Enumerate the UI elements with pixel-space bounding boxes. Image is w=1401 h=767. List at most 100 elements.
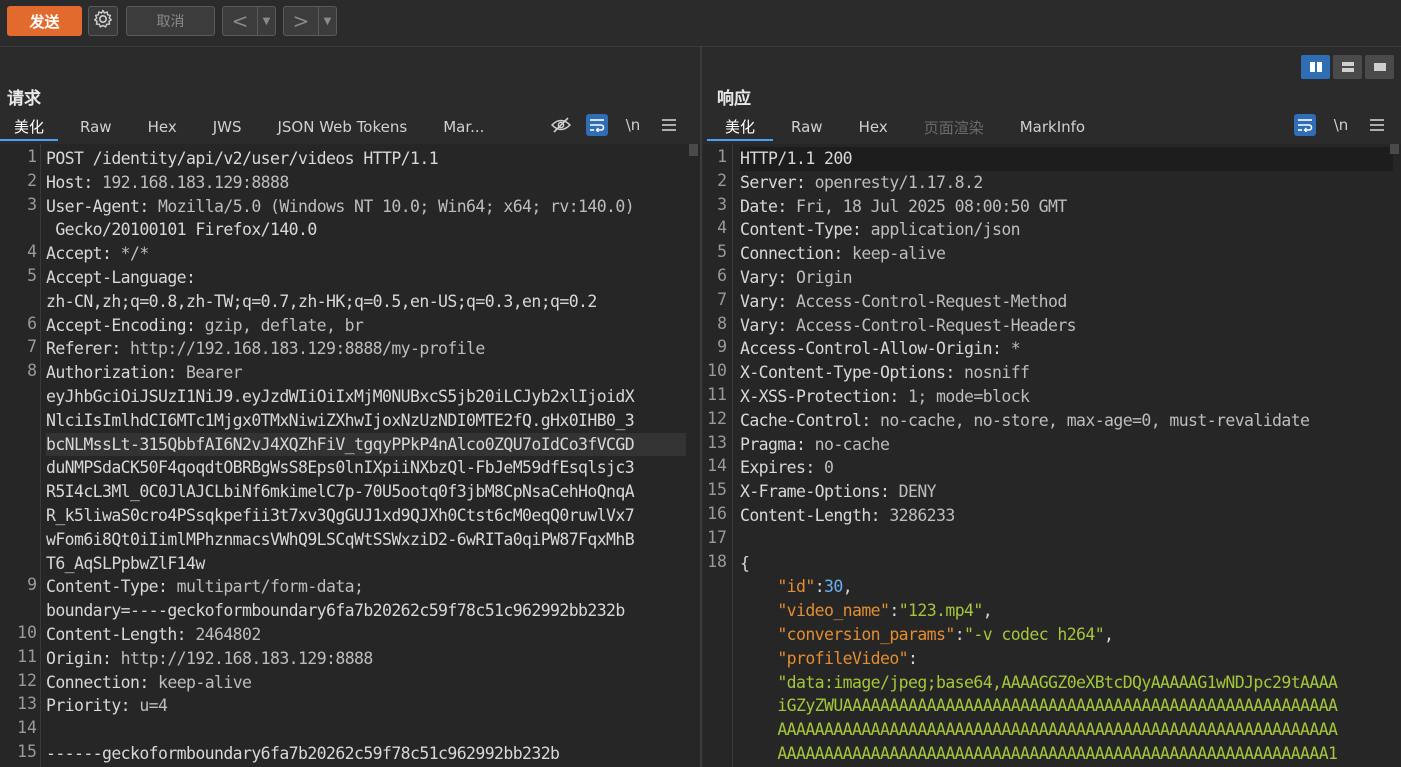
request-code[interactable]: POST /identity/api/v2/user/videos HTTP/1… — [46, 147, 686, 766]
code-line: boundary=----geckoformboundary6fa7b20262… — [46, 601, 625, 621]
line-number: 13 — [707, 432, 727, 452]
json-value: 30 — [824, 577, 843, 597]
response-editor[interactable]: 1 2 3 4 5 6 7 8 9 10 11 12 13 14 15 16 17 18 HTTP/1.1 200… — [703, 144, 1401, 767]
forward-arrow-icon[interactable]: > — [284, 7, 319, 35]
header-name: Priority: — [46, 696, 131, 716]
json-line: AAAAAAAAAAAAAAAAAAAAAAAAAAAAAAAAAAAAAAAA… — [740, 742, 1393, 766]
tab-json-web-tokens[interactable]: JSON Web Tokens — [259, 113, 425, 141]
tab-raw[interactable]: Raw — [58, 113, 130, 141]
layout-single-button[interactable] — [1365, 55, 1394, 79]
code-line: Connection: keep-alive — [46, 671, 686, 695]
code-line: Content-Length: 2464802 — [46, 623, 686, 647]
header-name: X-XSS-Protection: — [740, 386, 899, 406]
scrollbar[interactable] — [689, 144, 698, 156]
tab-markinfo[interactable]: MarkInfo — [1002, 113, 1103, 141]
request-tools: \n — [550, 113, 680, 137]
forward-button-group[interactable]: > ▼ — [283, 6, 337, 36]
tab-hex[interactable]: Hex — [841, 113, 906, 141]
back-arrow-icon[interactable]: < — [223, 7, 258, 35]
header-name: X-Frame-Options: — [740, 482, 890, 502]
back-button-group[interactable]: < ▼ — [222, 6, 276, 36]
header-name: User-Agent: — [46, 196, 149, 216]
code-line: Accept: */* — [46, 242, 686, 266]
scrollbar[interactable] — [1390, 144, 1399, 154]
menu-icon[interactable] — [1366, 114, 1388, 136]
json-value: AAAAAAAAAAAAAAAAAAAAAAAAAAAAAAAAAAAAAAAA… — [777, 720, 1338, 740]
eye-off-icon[interactable] — [550, 114, 572, 136]
settings-button[interactable] — [88, 6, 118, 36]
header-value: 1; mode=block — [898, 386, 1030, 406]
tab-pretty[interactable]: 美化 — [0, 113, 59, 141]
code-line: Gecko/20100101 Firefox/140.0 — [46, 220, 317, 240]
newline-toggle[interactable]: \n — [1330, 114, 1352, 136]
line-number: 10 — [707, 361, 727, 381]
code-line: Vary: Access-Control-Request-Headers — [740, 314, 1393, 338]
line-number: 15 — [707, 480, 727, 500]
tab-pretty[interactable]: 美化 — [707, 113, 774, 141]
header-name: Authorization: — [46, 363, 177, 383]
tab-raw[interactable]: Raw — [773, 113, 841, 141]
header-value: application/json — [861, 220, 1021, 240]
response-tabs: 美化 Raw Hex 页面渲染 MarkInfo — [707, 113, 1103, 141]
header-value: http://192.168.183.129:8888 — [111, 648, 374, 668]
line-number: 8 — [27, 361, 37, 381]
line-number: 7 — [27, 337, 37, 357]
code-line: zh-CN,zh;q=0.8,zh-TW;q=0.7,zh-HK;q=0.5,e… — [46, 291, 597, 311]
header-name: Pragma: — [740, 434, 806, 454]
header-name: Referer: — [46, 339, 121, 359]
header-value: Bearer — [176, 363, 243, 383]
line-number: 13 — [17, 694, 37, 714]
header-name: Access-Control-Allow-Origin: — [740, 339, 1002, 359]
code-line: Accept-Language: — [46, 266, 686, 290]
tab-more[interactable]: Mar... — [425, 113, 502, 141]
word-wrap-icon[interactable] — [1294, 114, 1316, 136]
line-number: 10 — [17, 623, 37, 642]
code-line: Referer: http://192.168.183.129:8888/my-… — [46, 337, 686, 361]
code-line: Content-Length: 3286233 — [740, 504, 1393, 528]
code-line: Origin: http://192.168.183.129:8888 — [46, 647, 686, 671]
response-code[interactable]: HTTP/1.1 200 Server: openresty/1.17.8.2 Da… — [740, 147, 1393, 766]
line-number: 9 — [717, 337, 727, 357]
header-name: Content-Length: — [46, 624, 187, 644]
code-line: User-Agent: Mozilla/5.0 (Windows NT 10.0… — [46, 195, 686, 219]
header-value: */* — [111, 244, 150, 264]
code-line: Expires: 0 — [740, 456, 1393, 480]
json-value: AAAAAAAAAAAAAAAAAAAAAAAAAAAAAAAAAAAAAAAA… — [777, 743, 1338, 763]
header-name: Cache-Control: — [740, 410, 871, 430]
send-button[interactable]: 发送 — [7, 6, 82, 36]
menu-icon[interactable] — [658, 114, 680, 136]
tab-hex[interactable]: Hex — [130, 113, 195, 141]
json-line: "video_name":"123.mp4", — [777, 601, 993, 621]
line-number: 3 — [717, 194, 727, 214]
line-number: 12 — [17, 670, 37, 690]
chevron-down-icon[interactable]: ▼ — [319, 7, 336, 35]
header-value: Access-Control-Request-Headers — [786, 315, 1077, 335]
line-number: 1 — [27, 147, 37, 166]
cancel-button[interactable]: 取消 — [126, 6, 215, 36]
tab-jws[interactable]: JWS — [195, 113, 260, 141]
request-title: 请求 — [7, 89, 41, 109]
chevron-down-icon[interactable]: ▼ — [258, 7, 275, 35]
json-value: "data:image/jpeg;base64,AAAAGGZ0eXBtcDQy… — [777, 672, 1338, 692]
request-editor[interactable]: 1 2 3 4 5 6 7 8 9 10 11 12 13 14 15 POST /identity/api… — [0, 144, 700, 767]
header-value: http://192.168.183.129:8888/my-profile — [120, 339, 485, 359]
newline-toggle[interactable]: \n — [622, 114, 644, 136]
layout-side-by-side-button[interactable] — [1301, 55, 1330, 79]
header-name: Date: — [740, 196, 787, 216]
header-name: Accept-Language: — [46, 267, 196, 287]
layout-stacked-button[interactable] — [1333, 55, 1362, 79]
line-number: 18 — [707, 551, 727, 571]
code-line: T6_AqSLPpbwZlF14w — [46, 553, 205, 573]
header-value: 3286233 — [880, 505, 955, 525]
header-value: multipart/form-data; — [167, 577, 364, 597]
json-value: iGZyZWUAAAAAAAAAAAAAAAAAAAAAAAAAAAAAAAAA… — [777, 696, 1338, 716]
code-line: duNMPSdaCK50F4qoqdtOBRBgWsS8Eps0lnIXpiiN… — [46, 458, 635, 478]
line-number: 11 — [17, 646, 37, 666]
header-value: keep-alive — [842, 244, 946, 264]
line-number: 12 — [707, 408, 727, 428]
word-wrap-icon[interactable] — [586, 114, 608, 136]
gear-icon — [93, 9, 113, 33]
json-key: "video_name" — [777, 601, 890, 621]
